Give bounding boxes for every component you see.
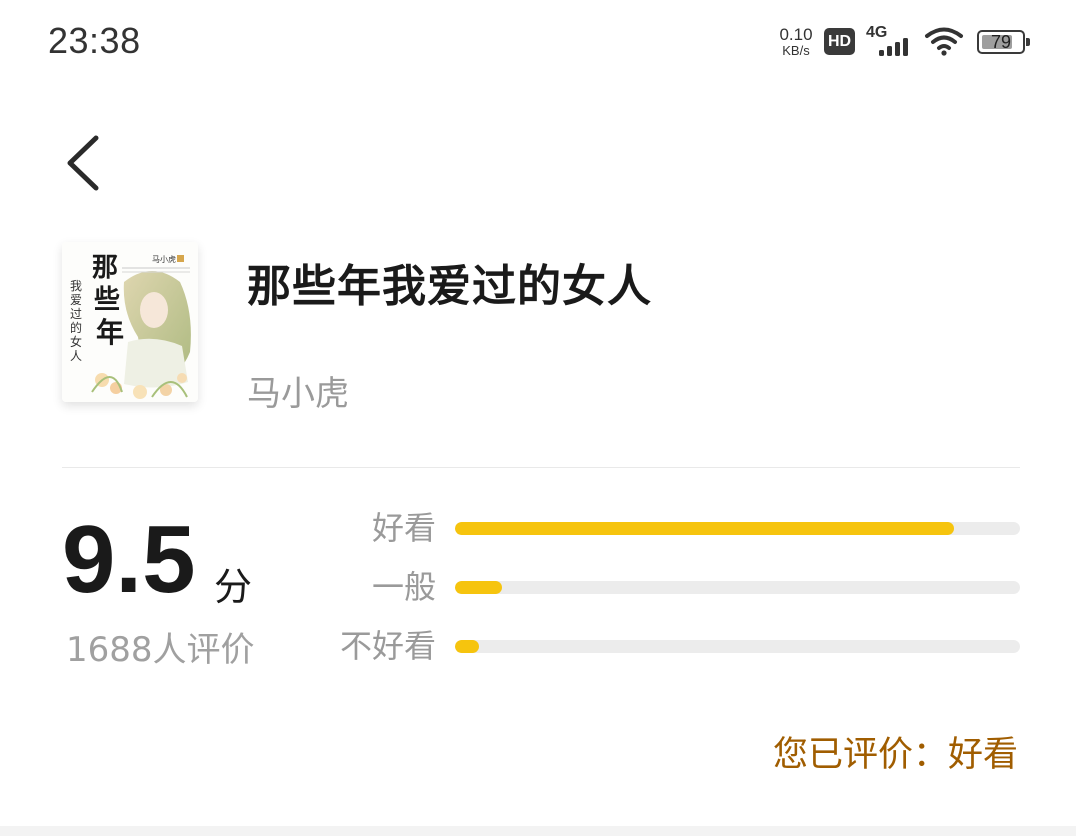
rating-row-good: 好看: [320, 503, 1020, 553]
svg-text:我: 我: [70, 279, 82, 293]
network-speed-value: 0.10: [779, 25, 813, 44]
cover-author-art: 马小虎: [152, 254, 176, 264]
rating-row-average: 一般: [320, 562, 1020, 612]
network-speed-indicator: 0.10 KB/s: [776, 26, 816, 57]
section-divider: [62, 467, 1020, 468]
hd-icon: HD: [824, 28, 855, 55]
svg-text:的: 的: [70, 320, 82, 335]
book-cover[interactable]: 马小虎 那 些 年 我 爱 过 的 女 人: [62, 242, 198, 402]
review-count: 1688人评价: [66, 630, 255, 670]
rating-bar-fill: [455, 581, 502, 594]
rating-row-bad: 不好看: [320, 621, 1020, 671]
battery-tip: [1026, 38, 1030, 46]
svg-text:爱: 爱: [70, 293, 82, 307]
book-title: 那些年我爱过的女人: [247, 261, 652, 312]
rating-label: 一般: [371, 568, 436, 606]
rating-bar-fill: [455, 640, 479, 653]
status-time: 23:38: [48, 20, 141, 61]
book-author[interactable]: 马小虎: [247, 366, 349, 415]
back-button[interactable]: [56, 128, 116, 198]
bottom-divider-strip: [0, 826, 1076, 836]
rating-bar-track: [455, 522, 1020, 535]
cellular-signal-icon: 4G: [866, 24, 916, 58]
status-bar: 23:38 0.10 KB/s HD 4G 79: [0, 0, 1076, 84]
rating-bar-track: [455, 581, 1020, 594]
user-rating-status[interactable]: 您已评价：好看: [773, 726, 1018, 777]
wifi-icon: [924, 26, 964, 56]
chevron-left-icon: [67, 135, 99, 191]
score-value: 9.5: [62, 506, 196, 613]
score-unit: 分: [214, 565, 253, 609]
battery-icon: 79: [977, 30, 1035, 56]
book-cover-image: 马小虎 那 些 年 我 爱 过 的 女 人: [62, 242, 198, 402]
cover-title-char-3: 年: [96, 316, 124, 349]
cover-title-char-1: 那: [92, 253, 118, 283]
svg-text:女: 女: [70, 334, 82, 349]
svg-text:人: 人: [70, 349, 82, 363]
cover-title-char-2: 些: [94, 285, 120, 315]
rating-bar-track: [455, 640, 1020, 653]
rating-bar-fill: [455, 522, 954, 535]
rating-label: 好看: [371, 509, 436, 547]
svg-text:过: 过: [70, 307, 82, 321]
network-speed-unit: KB/s: [782, 43, 810, 58]
rating-label: 不好看: [339, 627, 436, 665]
battery-level-text: 79: [990, 32, 1012, 52]
